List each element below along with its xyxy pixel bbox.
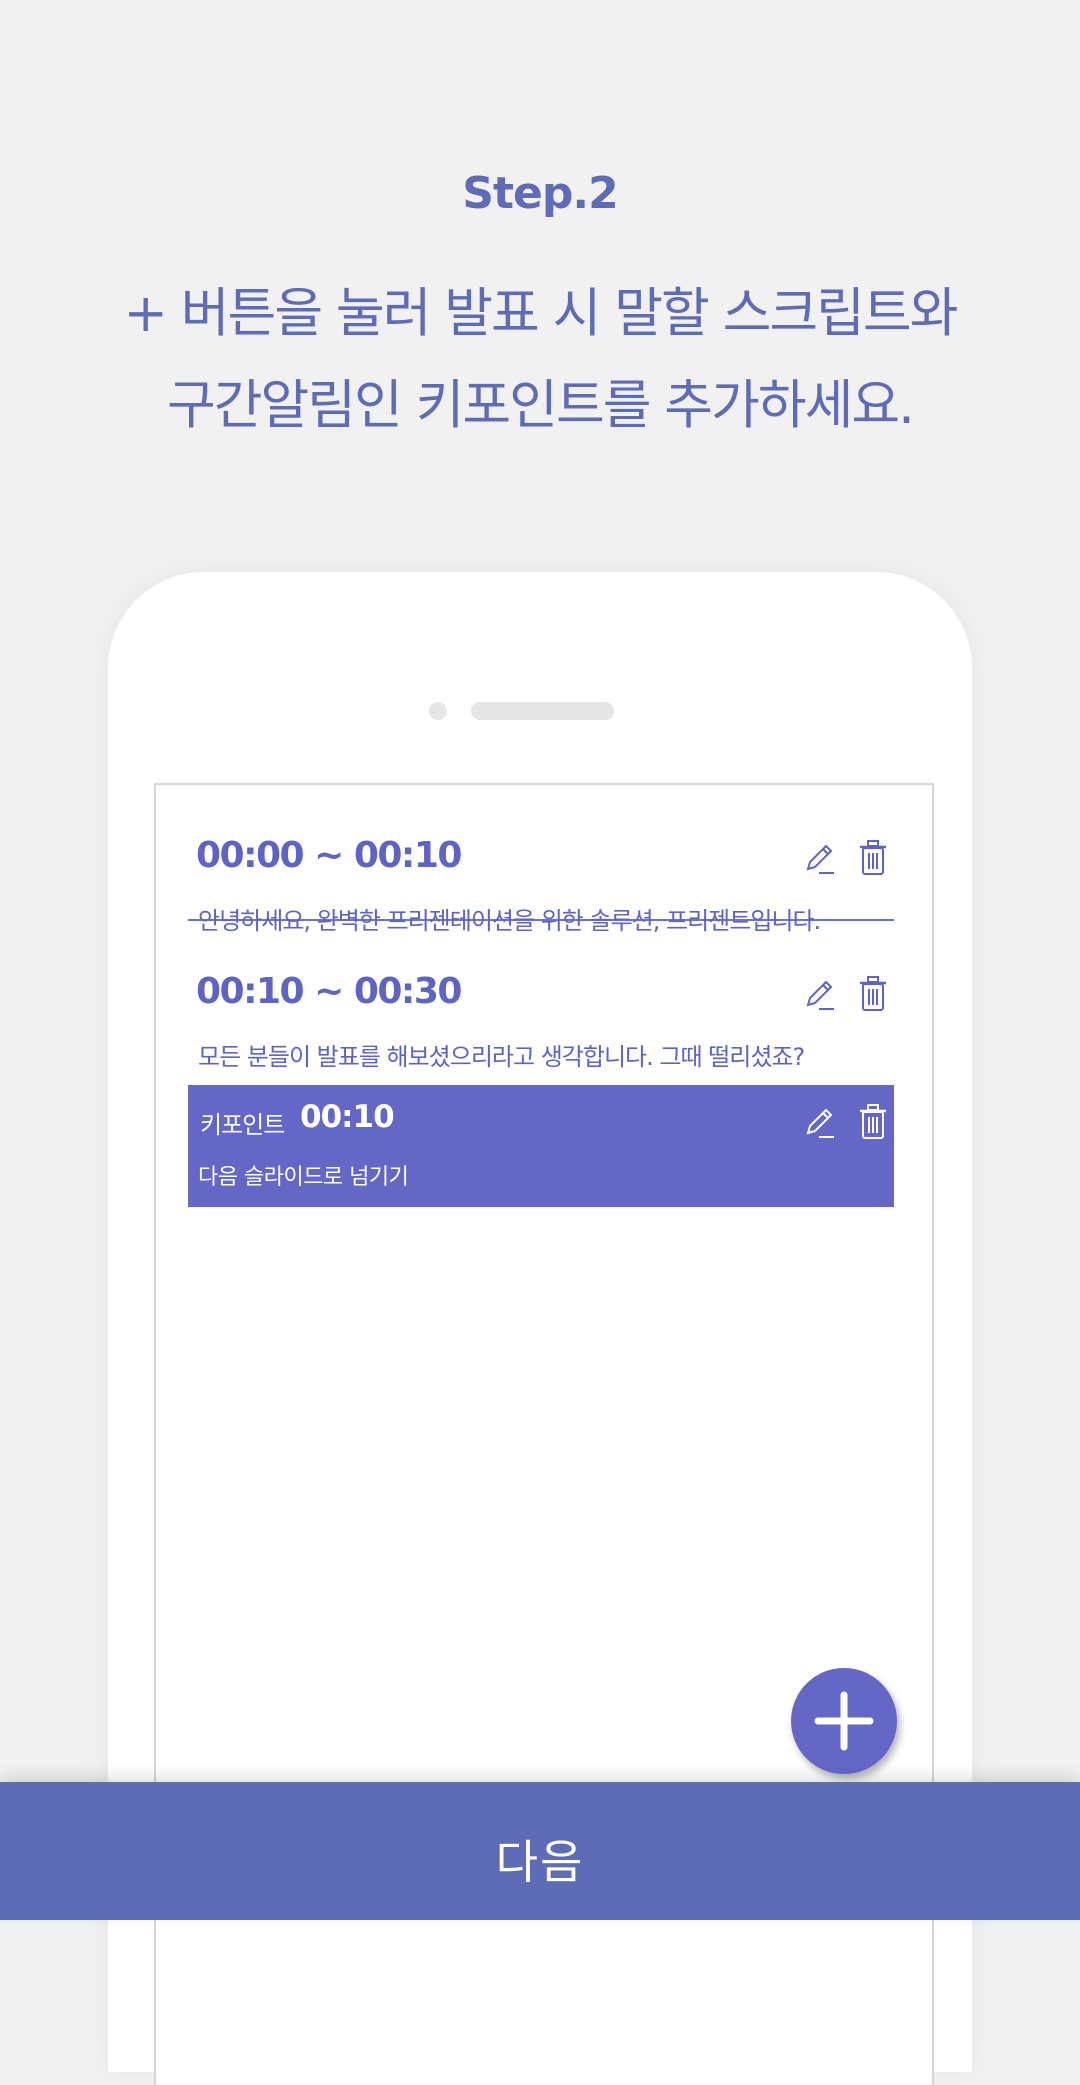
pencil-icon [806,980,834,1010]
script-time-range: 00:00 ~ 00:10 [196,835,462,876]
plus-icon [814,1691,874,1751]
keypoint-item[interactable]: 키포인트 00:10 다음 슬라이드로 넘기기 [188,1085,894,1207]
phone-speaker [471,702,614,720]
edit-button[interactable] [802,1103,836,1141]
script-text: 모든 분들이 발표를 해보셨으리라고 생각합니다. 그때 떨리셨죠? [198,1043,805,1071]
delete-button[interactable] [856,975,890,1013]
instruction-headline: + 버튼을 눌러 발표 시 말할 스크립트와 구간알림인 키포인트를 추가하세요… [0,268,1080,452]
script-time-range: 00:10 ~ 00:30 [196,971,462,1012]
trash-icon [860,840,886,875]
step-title: Step.2 [462,168,618,219]
phone-camera [429,702,447,720]
edit-button[interactable] [802,975,836,1013]
script-text: 안녕하세요, 완벽한 프리젠테이션을 위한 솔루션, 프리젠트입니다. [198,907,821,935]
add-button[interactable] [791,1668,897,1774]
instruction-line-1: + 버튼을 눌러 발표 시 말할 스크립트와 [123,283,959,344]
instruction-line-2: 구간알림인 키포인트를 추가하세요. [167,375,915,436]
delete-button[interactable] [856,839,890,877]
pencil-icon [806,1108,834,1138]
delete-button[interactable] [856,1103,890,1141]
trash-icon [860,1104,886,1139]
next-button-label: 다음 [495,1835,585,1889]
script-item[interactable]: 00:10 ~ 00:30 모든 분들이 발표를 해보셨으리라고 생각합니다. … [188,971,894,1071]
keypoint-text: 다음 슬라이드로 넘기기 [198,1165,409,1190]
edit-button[interactable] [802,839,836,877]
keypoint-time: 00:10 [300,1099,395,1135]
pencil-icon [806,844,834,874]
script-item[interactable]: 00:00 ~ 00:10 안녕하세요, 완벽한 프리젠테이션을 위한 솔루션,… [188,835,894,935]
next-button[interactable]: 다음 [0,1782,1080,1920]
keypoint-label: 키포인트 [200,1111,285,1139]
trash-icon [860,976,886,1011]
